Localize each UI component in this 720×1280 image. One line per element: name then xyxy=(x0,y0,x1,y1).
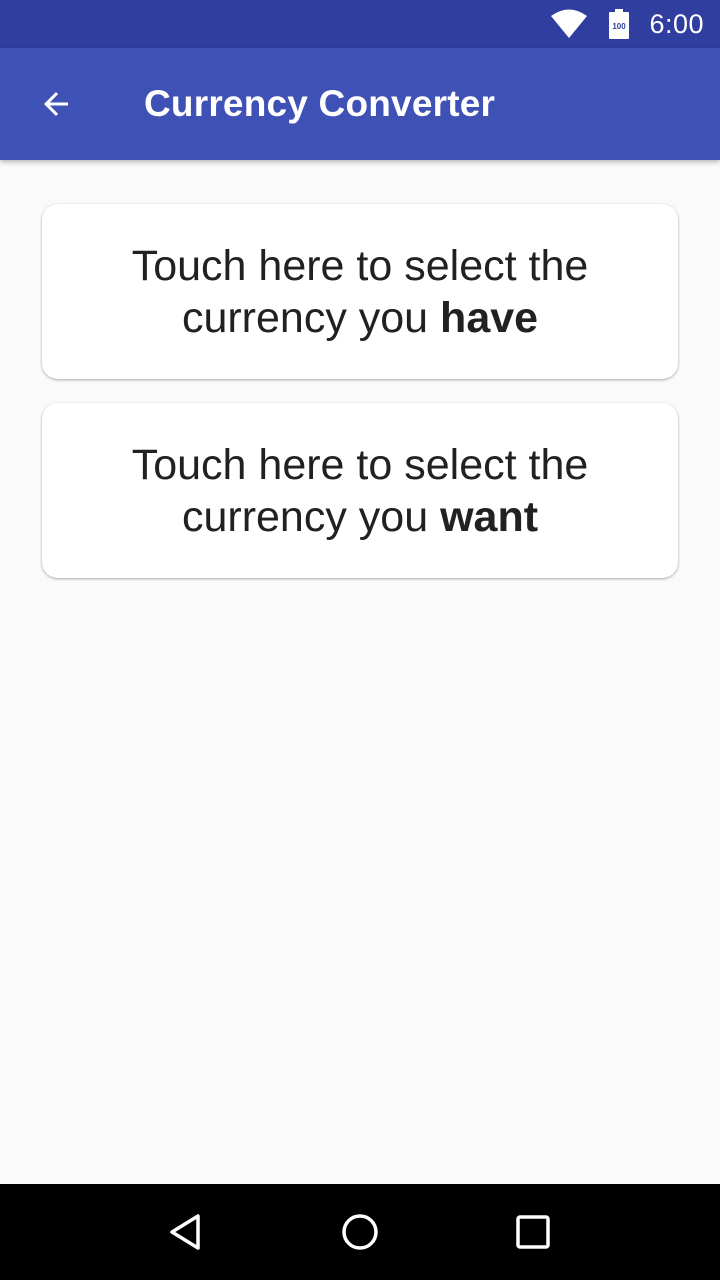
want-card-emphasis: want xyxy=(440,492,539,541)
status-bar: 100 6:00 xyxy=(0,0,720,48)
arrow-back-icon xyxy=(44,92,68,116)
have-card-text: Touch here to select the currency you ha… xyxy=(82,240,638,344)
wifi-icon xyxy=(551,9,588,38)
back-button[interactable] xyxy=(0,48,112,160)
page-title: Currency Converter xyxy=(144,83,496,124)
status-time: 6:00 xyxy=(649,8,704,39)
system-nav-bar xyxy=(0,1184,720,1280)
home-circle-icon xyxy=(342,1214,378,1250)
battery-level-text: 100 xyxy=(613,22,627,31)
nav-recents-button[interactable] xyxy=(483,1184,583,1280)
app-bar: Currency Converter xyxy=(0,48,720,160)
nav-home-button[interactable] xyxy=(310,1184,410,1280)
back-triangle-icon xyxy=(169,1214,200,1250)
want-card-text: Touch here to select the currency you wa… xyxy=(82,439,638,543)
battery-icon: 100 xyxy=(609,9,630,39)
select-have-currency-card[interactable]: Touch here to select the currency you ha… xyxy=(42,204,678,379)
recents-square-icon xyxy=(516,1215,551,1249)
select-want-currency-card[interactable]: Touch here to select the currency you wa… xyxy=(42,403,678,578)
have-card-emphasis: have xyxy=(440,293,539,342)
nav-back-button[interactable] xyxy=(137,1184,237,1280)
